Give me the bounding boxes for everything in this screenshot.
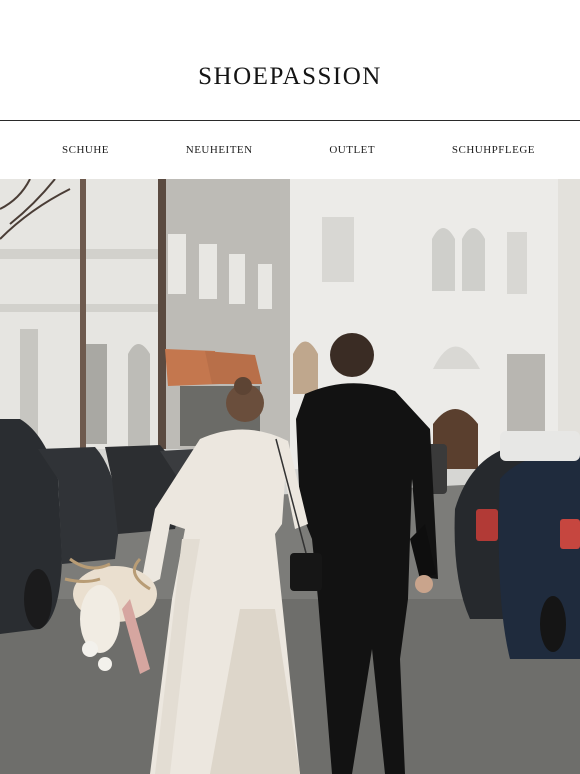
brand-logo[interactable]: SHOEPASSION (0, 63, 580, 91)
main-navigation: SCHUHE NEUHEITEN OUTLET SCHUHPFLEGE (0, 121, 580, 179)
hero-photo-illustration (0, 179, 580, 774)
site-header: SHOEPASSION (0, 0, 580, 121)
nav-item-schuhpflege[interactable]: SCHUHPFLEGE (452, 144, 535, 156)
nav-item-neuheiten[interactable]: NEUHEITEN (186, 144, 253, 156)
hero-image[interactable] (0, 179, 580, 774)
nav-item-schuhe[interactable]: SCHUHE (62, 144, 109, 156)
nav-item-outlet[interactable]: OUTLET (329, 144, 375, 156)
